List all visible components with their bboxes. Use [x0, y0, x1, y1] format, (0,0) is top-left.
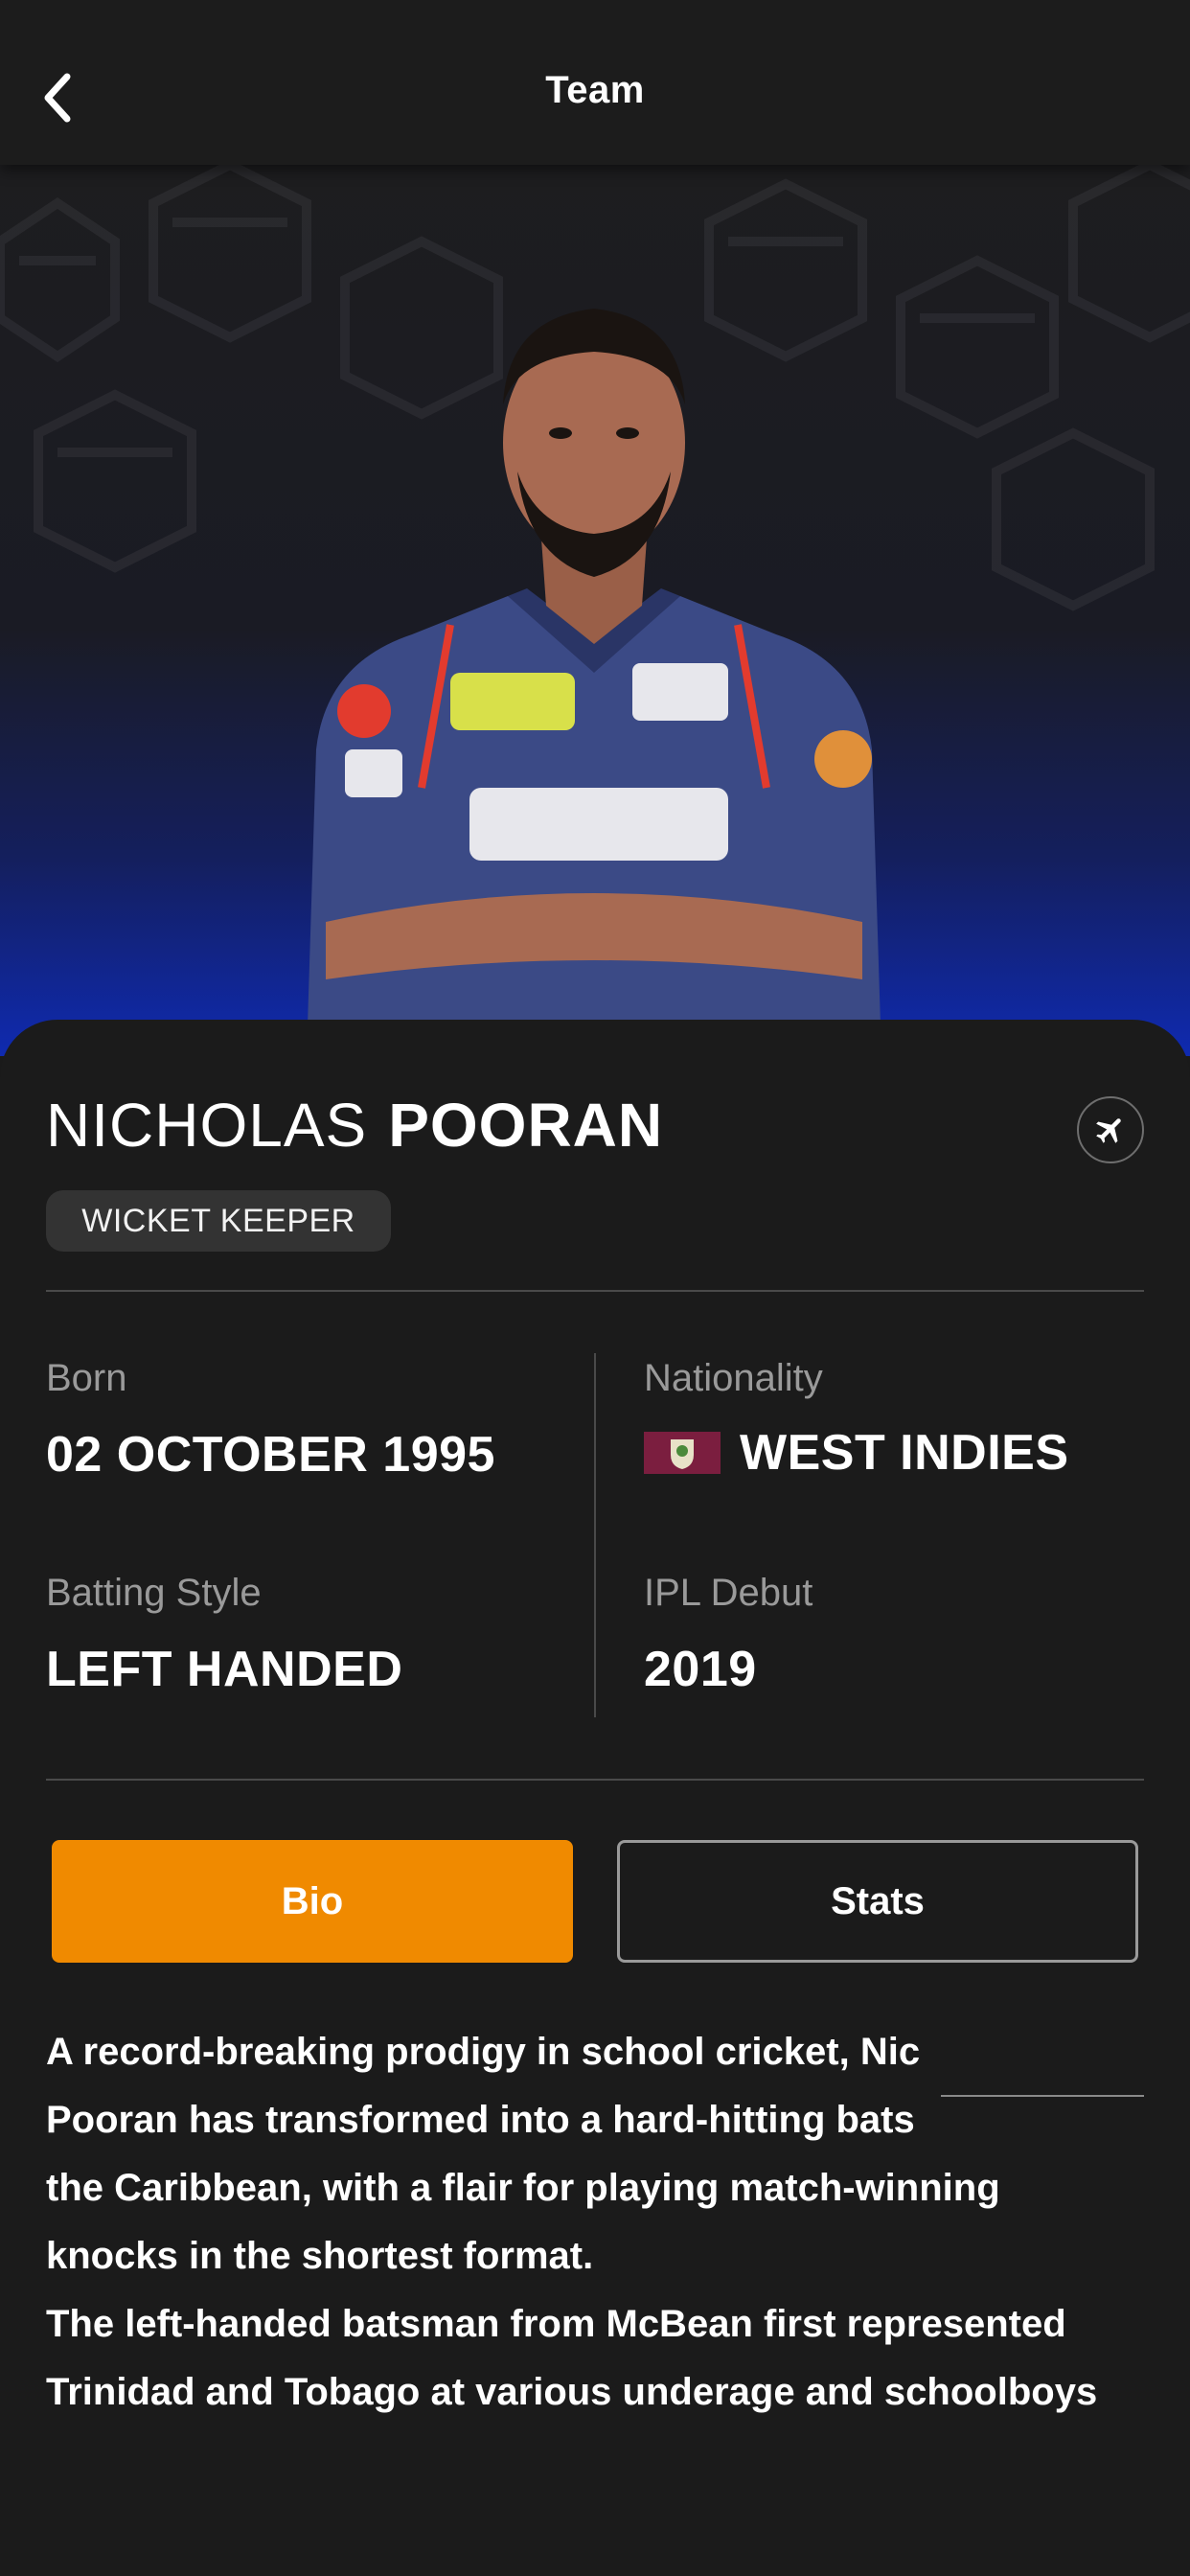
tab-bio[interactable]: Bio — [52, 1840, 573, 1963]
airplane-icon — [1096, 1118, 1121, 1143]
born-value: 02 OCTOBER 1995 — [46, 1427, 495, 1483]
west-indies-flag-icon — [644, 1432, 721, 1474]
overlay-mask — [941, 2012, 1190, 2099]
crest-icon — [671, 1439, 694, 1469]
bio-line: the Caribbean, with a flair for playing … — [46, 2167, 1000, 2209]
bio-line: The left-handed batsman from McBean firs… — [46, 2303, 1066, 2345]
batting-style-label: Batting Style — [46, 1572, 262, 1614]
batting-style-value: LEFT HANDED — [46, 1642, 403, 1697]
player-hero — [0, 165, 1190, 1056]
nationality-label: Nationality — [644, 1357, 823, 1399]
player-photo — [307, 309, 881, 1056]
ipl-debut-label: IPL Debut — [644, 1572, 813, 1614]
info-column-divider — [594, 1353, 596, 1717]
player-first-name: NICHOLAS — [46, 1091, 368, 1160]
bio-line: Trinidad and Tobago at various underage … — [46, 2371, 1098, 2413]
player-last-name: POORAN — [388, 1091, 664, 1160]
player-name: NICHOLAS POORAN — [46, 1089, 663, 1162]
ipl-debut-value: 2019 — [644, 1642, 757, 1697]
nationality-value: WEST INDIES — [740, 1425, 1069, 1481]
tab-stats[interactable]: Stats — [617, 1840, 1138, 1963]
role-badge: WICKET KEEPER — [46, 1190, 391, 1252]
player-profile-screen: Team NICHOLAS POORAN WICKET KEEPER Born … — [0, 0, 1190, 2576]
page-title: Team — [545, 69, 645, 111]
bio-line: knocks in the shortest format. — [46, 2235, 594, 2277]
divider-bottom — [46, 1779, 1144, 1781]
overlay-rule — [941, 2095, 1144, 2097]
top-bar: Team — [0, 0, 1190, 165]
born-label: Born — [46, 1357, 127, 1399]
overseas-button[interactable] — [1077, 1096, 1144, 1163]
divider-top — [46, 1290, 1144, 1292]
